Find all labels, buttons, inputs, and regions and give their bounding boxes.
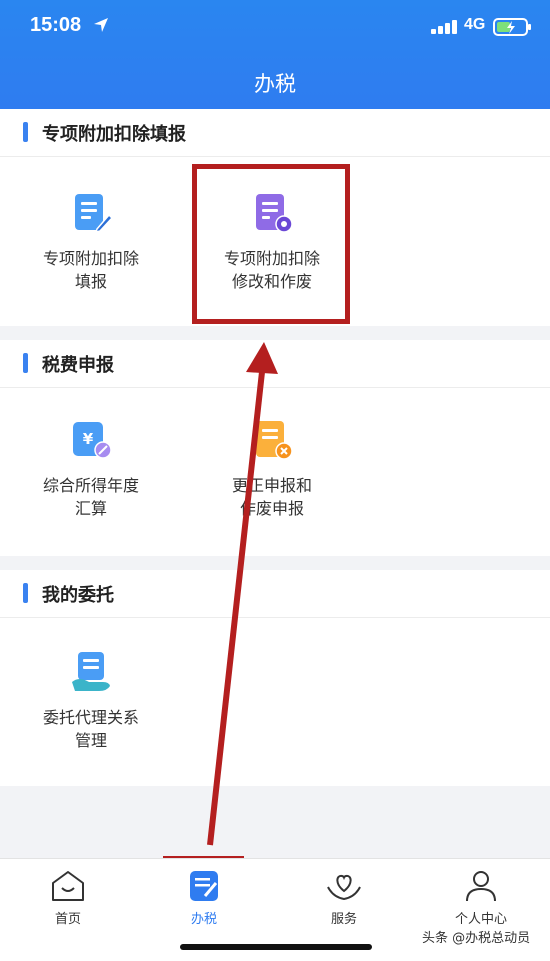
tax-document-icon xyxy=(190,871,218,901)
tile-label-line: 管理 xyxy=(74,731,107,750)
section-accent-bar xyxy=(23,583,28,603)
tile-label-line: 更正申报和 xyxy=(231,476,312,495)
svg-text:¥: ¥ xyxy=(83,430,94,448)
tile-label-line: 委托代理关系 xyxy=(42,708,139,727)
yuan-document-icon: ¥ xyxy=(73,422,112,459)
cellular-signal-icon xyxy=(431,20,457,34)
battery-charging-icon xyxy=(493,18,531,36)
header: 15:08 4G 办税 xyxy=(0,0,550,109)
tile-label-line: 专项附加扣除 xyxy=(42,249,139,268)
tile-label-line: 综合所得年度 xyxy=(42,476,139,495)
tab-personal-center[interactable]: 个人中心 xyxy=(421,869,541,927)
section-header: 专项附加扣除填报 xyxy=(0,109,550,157)
section-header: 税费申报 xyxy=(0,340,550,388)
status-bar: 15:08 4G xyxy=(0,0,550,52)
tab-tax[interactable]: 办税 xyxy=(144,869,264,927)
tab-home[interactable]: 首页 xyxy=(8,869,128,927)
annotation-highlight-box xyxy=(192,164,350,324)
document-hand-icon xyxy=(72,652,110,691)
document-cancel-icon xyxy=(256,421,293,460)
person-icon xyxy=(466,871,496,902)
tab-label: 办税 xyxy=(190,912,217,927)
tile-label: 委托代理关系 管理 xyxy=(6,706,176,752)
tab-label: 首页 xyxy=(54,912,81,927)
document-edit-icon xyxy=(75,194,114,234)
watermark: 头条 @办税总动员 xyxy=(422,931,531,946)
page-title: 办税 xyxy=(254,72,296,96)
tab-service[interactable]: 服务 xyxy=(284,869,404,927)
service-heart-icon xyxy=(327,874,361,901)
tile-label: 更正申报和 作废申报 xyxy=(187,474,357,520)
section-accent-bar xyxy=(23,122,28,142)
section-header: 我的委托 xyxy=(0,570,550,618)
tab-label: 个人中心 xyxy=(454,912,507,927)
tile-correction-void-declaration[interactable]: 更正申报和 作废申报 xyxy=(187,418,357,520)
section-title: 税费申报 xyxy=(42,355,114,376)
tile-label-line: 作废申报 xyxy=(239,499,304,518)
home-icon xyxy=(52,871,84,901)
tile-label-line: 汇算 xyxy=(74,499,107,518)
tab-label: 服务 xyxy=(330,912,357,927)
tile-deduction-filing[interactable]: 专项附加扣除 填报 xyxy=(6,191,176,293)
section-title: 专项附加扣除填报 xyxy=(42,124,186,145)
tile-annual-reconciliation[interactable]: ¥ 综合所得年度 汇算 xyxy=(6,418,176,520)
section-title: 我的委托 xyxy=(42,585,114,606)
tile-label: 综合所得年度 汇算 xyxy=(6,474,176,520)
home-indicator xyxy=(180,944,372,950)
network-type: 4G xyxy=(464,16,486,33)
tile-label-line: 填报 xyxy=(74,272,107,291)
section-my-delegation: 我的委托 委托代理关系 管理 xyxy=(0,570,550,786)
status-time: 15:08 xyxy=(30,14,82,36)
tile-delegation-management[interactable]: 委托代理关系 管理 xyxy=(6,650,176,752)
section-tax-declaration: 税费申报 ¥ 综合所得年度 汇算 更正申报和 作废申报 xyxy=(0,340,550,556)
tile-label: 专项附加扣除 填报 xyxy=(6,247,176,293)
location-arrow-icon xyxy=(94,18,108,32)
section-accent-bar xyxy=(23,353,28,373)
